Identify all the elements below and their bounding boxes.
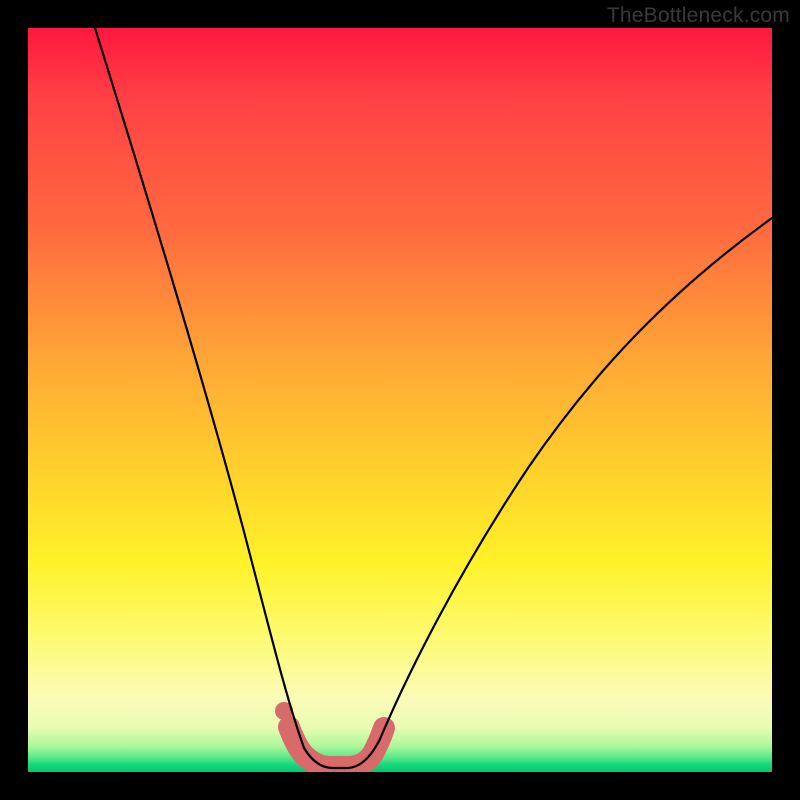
bottleneck-curve <box>95 28 772 768</box>
watermark-text: TheBottleneck.com <box>607 4 790 28</box>
bottleneck-curve-svg <box>28 28 772 772</box>
chart-frame: TheBottleneck.com <box>0 0 800 800</box>
plot-area <box>28 28 772 772</box>
